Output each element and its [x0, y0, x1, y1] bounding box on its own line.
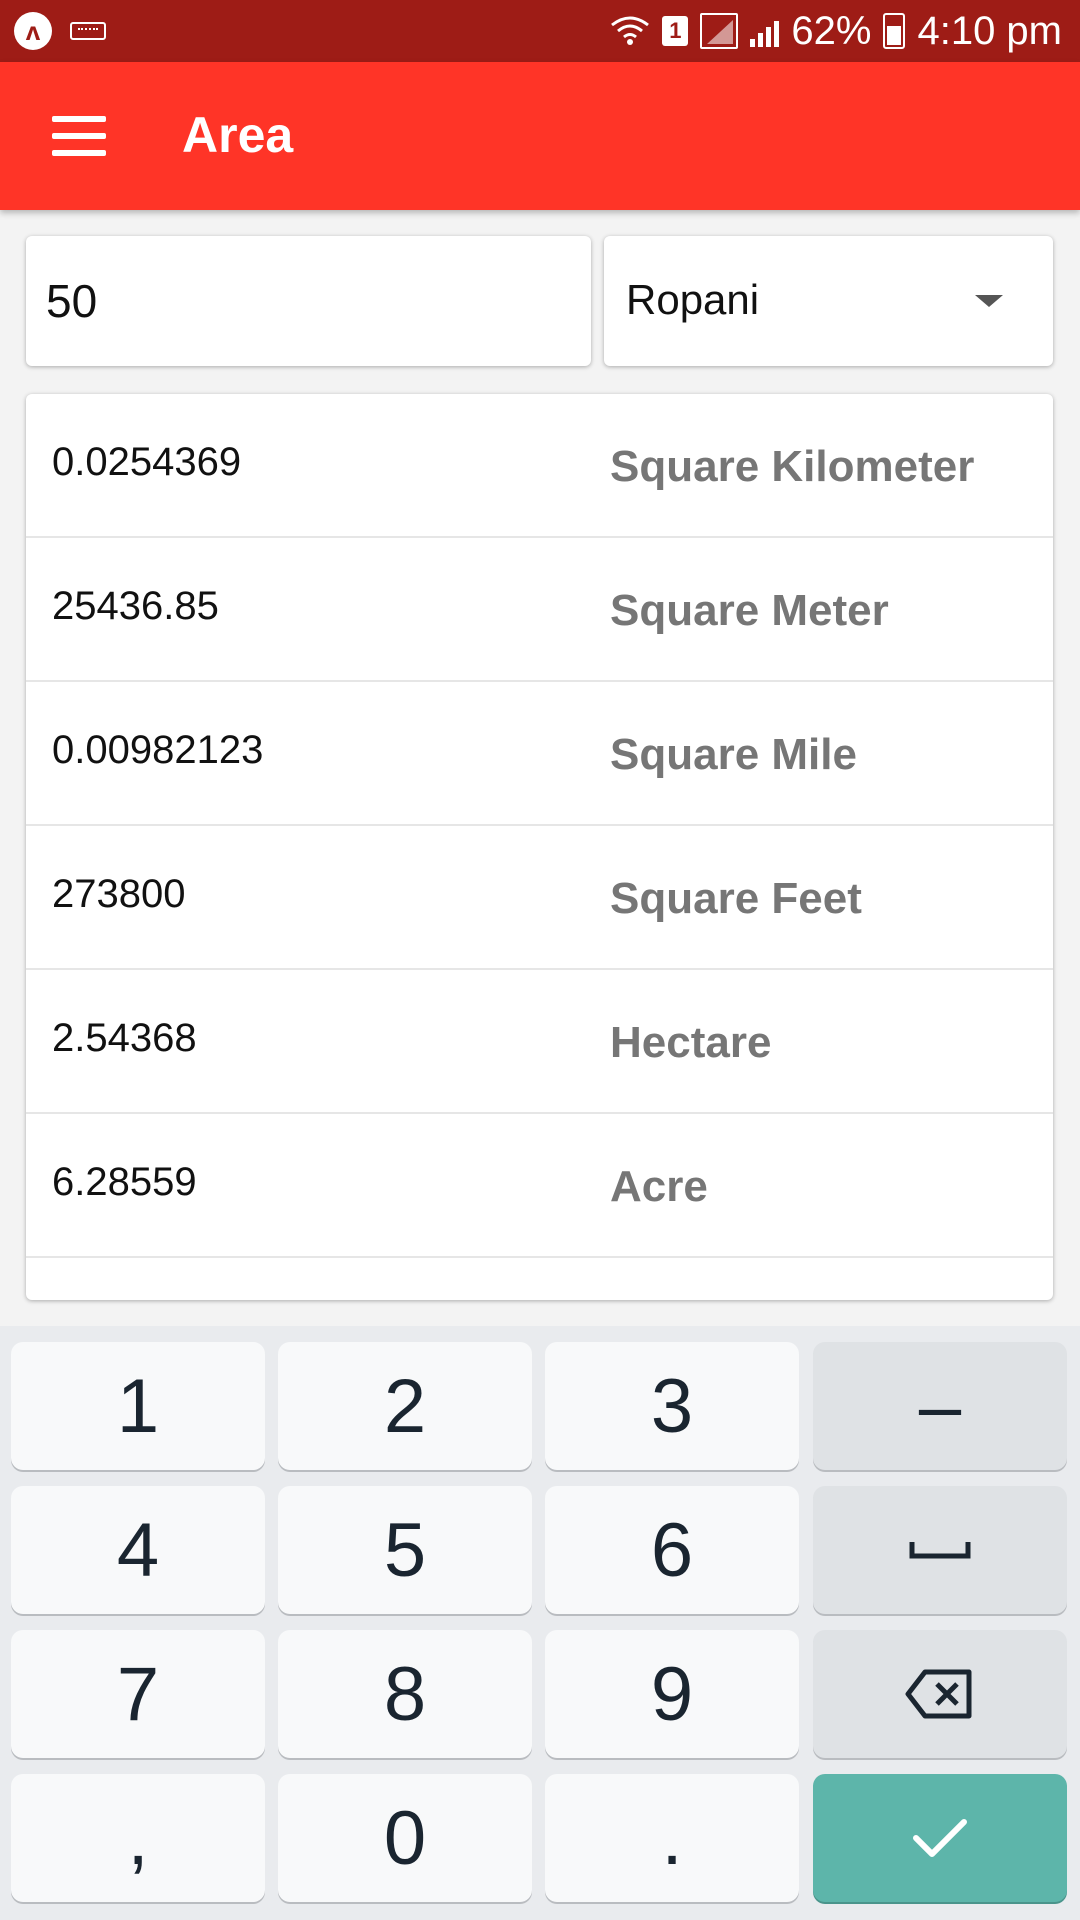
list-item: 273800 Square Feet: [26, 826, 1053, 970]
signal-icon: [700, 13, 739, 49]
result-value: 2.54368: [52, 1016, 197, 1060]
clock: 4:10 pm: [917, 8, 1062, 53]
caret-down-icon: [975, 295, 1003, 307]
result-unit: Square Mile: [610, 730, 857, 779]
keyboard-icon: [70, 22, 106, 40]
app-bar: Area: [0, 62, 1080, 210]
unit-dropdown-value: Ropani: [626, 276, 760, 323]
result-unit: Square Feet: [610, 874, 862, 923]
list-item: 0.0254369 Square Kilometer: [26, 394, 1053, 538]
key-backspace[interactable]: [813, 1630, 1067, 1758]
list-item: 2.54368 Hectare: [26, 970, 1053, 1114]
battery-percent: 62%: [791, 8, 872, 53]
key-6[interactable]: 6: [545, 1486, 799, 1614]
result-unit: Acre: [610, 1162, 708, 1211]
value-input-text: 50: [46, 275, 98, 327]
list-item: 25436.85 Square Meter: [26, 538, 1053, 682]
key-7[interactable]: 7: [11, 1630, 265, 1758]
battery-icon: [883, 13, 906, 49]
unit-dropdown[interactable]: Ropani: [604, 236, 1053, 366]
key-0[interactable]: 0: [278, 1774, 532, 1902]
key-dot[interactable]: .: [545, 1774, 799, 1902]
result-unit: Square Meter: [610, 586, 889, 635]
results-list: 0.0254369 Square Kilometer 25436.85 Squa…: [26, 394, 1053, 1300]
list-item: 6.28559 Acre: [26, 1114, 1053, 1258]
key-1[interactable]: 1: [11, 1342, 265, 1470]
space-icon: [909, 1542, 971, 1559]
key-comma[interactable]: ,: [11, 1774, 265, 1902]
sim-badge: 1: [662, 16, 689, 46]
key-2[interactable]: 2: [278, 1342, 532, 1470]
checkmark-icon: [913, 1819, 967, 1857]
status-bar: ʌ 1 62% 4:10 pm: [0, 0, 1080, 62]
status-right: 1 62% 4:10 pm: [610, 6, 1062, 56]
key-minus[interactable]: –: [813, 1342, 1067, 1470]
result-unit: Hectare: [610, 1018, 772, 1067]
key-9[interactable]: 9: [545, 1630, 799, 1758]
app-notification-icon: ʌ: [14, 12, 52, 50]
status-left: ʌ: [14, 12, 106, 50]
value-input[interactable]: 50: [26, 236, 591, 366]
key-4[interactable]: 4: [11, 1486, 265, 1614]
backspace-icon: [905, 1669, 972, 1719]
key-8[interactable]: 8: [278, 1630, 532, 1758]
numeric-keypad: 1 2 3 – 4 5 6 7 8 9 , 0 .: [0, 1326, 1080, 1920]
result-value: 0.0254369: [52, 440, 242, 484]
result-value: 6.28559: [52, 1160, 197, 1204]
result-unit: Square Kilometer: [610, 442, 975, 491]
page-title: Area: [182, 107, 294, 163]
wifi-icon: [610, 15, 650, 47]
result-value: 0.00982123: [52, 728, 264, 772]
cell-signal-icon: [750, 15, 780, 47]
list-item: 0.00982123 Square Mile: [26, 682, 1053, 826]
enter-button[interactable]: [813, 1774, 1067, 1902]
key-5[interactable]: 5: [278, 1486, 532, 1614]
result-value: 25436.85: [52, 584, 219, 628]
result-value: 273800: [52, 872, 186, 916]
key-3[interactable]: 3: [545, 1342, 799, 1470]
key-space[interactable]: [813, 1486, 1067, 1614]
hamburger-icon[interactable]: [52, 116, 106, 156]
